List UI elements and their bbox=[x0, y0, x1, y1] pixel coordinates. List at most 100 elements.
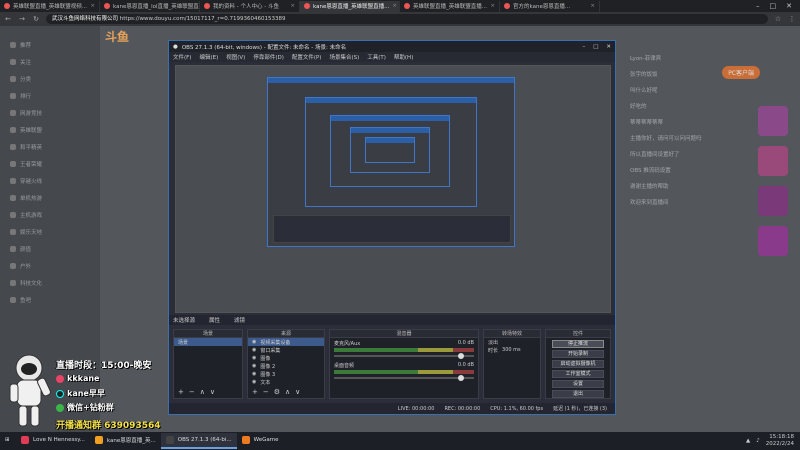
browser-tab[interactable]: kane恩恩直播_英雄联盟直播... × bbox=[300, 0, 400, 12]
scene-controls[interactable]: +−∧∨ bbox=[178, 388, 220, 396]
sidebar-item-label: 推荐 bbox=[20, 42, 32, 49]
source-item[interactable]: ◉ 图像 2 bbox=[248, 362, 324, 370]
source-label: 窗口采集 bbox=[260, 347, 281, 354]
sidebar-item[interactable]: 主机游戏 bbox=[0, 206, 100, 223]
taskbar-app[interactable]: kane恩恩直播_英... bbox=[90, 433, 161, 449]
back-icon[interactable]: ← bbox=[4, 15, 12, 23]
obs-menu-item[interactable]: 停靠部件(D) bbox=[253, 53, 284, 61]
control-button[interactable]: 开始录制 bbox=[552, 350, 604, 358]
filters-button[interactable]: 滤镜 bbox=[234, 316, 245, 324]
taskbar-app[interactable]: Love N Hennessy... bbox=[16, 433, 90, 449]
obs-menu-item[interactable]: 帮助(H) bbox=[394, 53, 413, 61]
source-item[interactable]: ◉ 图像 3 bbox=[248, 370, 324, 378]
browser-tab[interactable]: 我的资料 - 个人中心 - 斗鱼 × bbox=[200, 0, 300, 12]
volume-icon[interactable]: ♪ bbox=[756, 438, 760, 444]
close-tab-icon[interactable]: × bbox=[490, 3, 495, 9]
clock[interactable]: 15:18:18 2022/2/24 bbox=[766, 434, 794, 448]
obs-menu-item[interactable]: 文件(F) bbox=[173, 53, 191, 61]
star-icon[interactable]: ☆ bbox=[774, 15, 782, 23]
close-tab-icon[interactable]: × bbox=[590, 3, 595, 9]
network-icon[interactable]: ▲ bbox=[746, 438, 750, 444]
source-item[interactable]: ◉ 文本 bbox=[248, 378, 324, 386]
visibility-eye-icon[interactable]: ◉ bbox=[252, 355, 256, 361]
status-item: LIVE: 00:00:00 bbox=[397, 405, 435, 412]
close-tab-icon[interactable]: × bbox=[90, 3, 95, 9]
sidebar-item[interactable]: 单机热游 bbox=[0, 189, 100, 206]
visibility-eye-icon[interactable]: ◉ bbox=[252, 379, 256, 385]
control-button[interactable]: 停止推流 bbox=[552, 340, 604, 348]
close-tab-icon[interactable]: × bbox=[290, 3, 295, 9]
visibility-eye-icon[interactable]: ◉ bbox=[252, 371, 256, 377]
sidebar-item[interactable]: 关注 bbox=[0, 53, 100, 70]
start-icon[interactable]: ⊞ bbox=[0, 433, 16, 449]
control-button[interactable]: 工作室模式 bbox=[552, 370, 604, 378]
sidebar-item[interactable]: 娱乐天地 bbox=[0, 223, 100, 240]
transition-duration[interactable]: 时长 300 ms bbox=[484, 346, 540, 354]
properties-button[interactable]: 属性 bbox=[209, 316, 220, 324]
source-controls[interactable]: +−⚙∧∨ bbox=[252, 388, 305, 396]
obs-menu-item[interactable]: 工具(T) bbox=[367, 53, 386, 61]
control-button[interactable]: 启动虚拟摄像机 bbox=[552, 360, 604, 368]
sidebar-item[interactable]: 网游竞技 bbox=[0, 104, 100, 121]
sidebar-item[interactable]: 鱼吧 bbox=[0, 291, 100, 308]
source-item[interactable]: ◉ 图像 bbox=[248, 354, 324, 362]
visibility-eye-icon[interactable]: ◉ bbox=[252, 363, 256, 369]
minimize-icon[interactable]: – bbox=[582, 44, 585, 50]
system-tray: ▲ ♪ 15:18:18 2022/2/24 bbox=[746, 434, 800, 448]
sidebar-item[interactable]: 颜值 bbox=[0, 240, 100, 257]
promo-badge[interactable] bbox=[758, 226, 788, 256]
app-icon bbox=[21, 436, 29, 444]
url-text: https://www.douyu.com/15017117_r=0.71993… bbox=[119, 16, 286, 22]
visibility-eye-icon[interactable]: ◉ bbox=[252, 339, 256, 345]
sidebar-item[interactable]: 穿越火线 bbox=[0, 172, 100, 189]
transition-select[interactable]: 淡出 bbox=[484, 338, 540, 346]
browser-tab[interactable]: 官方的kane恩恩直播... × bbox=[500, 0, 600, 12]
obs-menu-item[interactable]: 场景集合(S) bbox=[329, 53, 359, 61]
browser-tab[interactable]: 英雄联盟直播_英雄联盟直播... × bbox=[400, 0, 500, 12]
obs-menu-item[interactable]: 配置文件(P) bbox=[292, 53, 322, 61]
overlay-schedule: 直播时段：15:00-晚安 bbox=[56, 361, 152, 371]
obs-window: ● OBS 27.1.3 (64-bit, windows) - 配置文件: 未… bbox=[168, 40, 616, 415]
control-button[interactable]: 退出 bbox=[552, 390, 604, 398]
tab-label: 英雄联盟直播_英雄联盟直播... bbox=[413, 4, 487, 10]
forward-icon[interactable]: → bbox=[18, 15, 26, 23]
promo-badge[interactable] bbox=[758, 146, 788, 176]
promo-badge[interactable] bbox=[758, 106, 788, 136]
source-item[interactable]: ◉ 窗口采集 bbox=[248, 346, 324, 354]
sidebar-item[interactable]: 排行 bbox=[0, 87, 100, 104]
sidebar-item[interactable]: 户外 bbox=[0, 257, 100, 274]
sidebar-item-label: 关注 bbox=[20, 59, 32, 66]
maximize-icon[interactable]: □ bbox=[770, 2, 777, 10]
obs-preview[interactable] bbox=[175, 65, 611, 313]
close-icon[interactable]: ✕ bbox=[786, 2, 792, 10]
browser-tab[interactable]: 英雄联盟直播_英雄联盟视频... × bbox=[0, 0, 100, 12]
taskbar-app[interactable]: WeGame bbox=[237, 433, 303, 449]
category-icon bbox=[10, 262, 16, 269]
sidebar-item[interactable]: 和平精英 bbox=[0, 138, 100, 155]
visibility-eye-icon[interactable]: ◉ bbox=[252, 347, 256, 353]
sidebar-item[interactable]: 推荐 bbox=[0, 36, 100, 53]
douyu-logo[interactable]: 斗鱼 bbox=[105, 28, 129, 45]
taskbar-app[interactable]: OBS 27.1.3 (64-bi... bbox=[160, 433, 237, 449]
url-field[interactable]: 武汉斗鱼网络科技有限公司 https://www.douyu.com/15017… bbox=[46, 14, 768, 24]
close-tab-icon[interactable]: × bbox=[392, 3, 397, 9]
promo-badge[interactable] bbox=[758, 186, 788, 216]
volume-slider[interactable] bbox=[334, 353, 474, 359]
sidebar-item[interactable]: 分类 bbox=[0, 70, 100, 87]
minimize-icon[interactable]: – bbox=[756, 2, 760, 10]
volume-slider[interactable] bbox=[334, 375, 474, 381]
sidebar-item-label: 颜值 bbox=[20, 246, 32, 253]
control-button[interactable]: 设置 bbox=[552, 380, 604, 388]
source-item[interactable]: ◉ 视频采集设备 bbox=[248, 338, 324, 346]
menu-icon[interactable]: ⋮ bbox=[788, 15, 796, 23]
browser-tab[interactable]: kane恩恩直播_lol直播_英雄联盟直播...× bbox=[100, 0, 200, 12]
sidebar-item[interactable]: 科技文化 bbox=[0, 274, 100, 291]
maximize-icon[interactable]: □ bbox=[593, 44, 598, 50]
reload-icon[interactable]: ↻ bbox=[32, 15, 40, 23]
sidebar-item[interactable]: 英雄联盟 bbox=[0, 121, 100, 138]
obs-menu-item[interactable]: 编辑(E) bbox=[199, 53, 218, 61]
sidebar-item[interactable]: 王者荣耀 bbox=[0, 155, 100, 172]
scene-item[interactable]: 场景 bbox=[174, 338, 242, 346]
obs-menu-item[interactable]: 视图(V) bbox=[226, 53, 245, 61]
close-icon[interactable]: ✕ bbox=[606, 44, 611, 50]
